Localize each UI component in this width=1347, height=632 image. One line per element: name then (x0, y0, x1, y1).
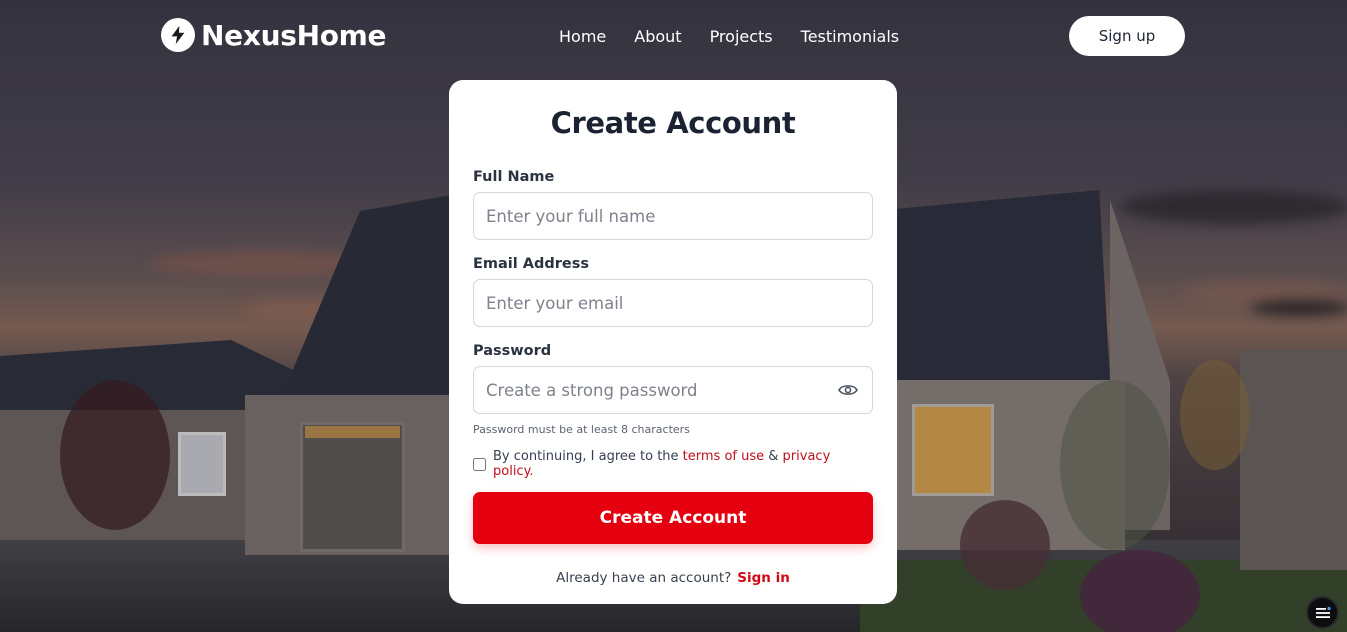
create-account-card: Create Account Full Name Email Address P… (449, 80, 897, 604)
card-title: Create Account (550, 106, 796, 140)
agree-text: By continuing, I agree to the (493, 449, 679, 464)
nav-about[interactable]: About (634, 27, 681, 46)
bolt-icon (161, 18, 195, 52)
brand-logo[interactable]: NexusHome (161, 18, 387, 52)
signup-button[interactable]: Sign up (1069, 16, 1185, 56)
signin-prompt: Already have an account? (556, 570, 732, 586)
eye-icon[interactable] (837, 380, 859, 400)
agree-checkbox[interactable] (473, 457, 486, 471)
menu-icon[interactable] (1306, 596, 1339, 629)
terms-link[interactable]: terms of use (683, 449, 764, 464)
password-input[interactable] (473, 366, 873, 414)
password-hint: Password must be at least 8 characters (473, 423, 690, 436)
agree-amp: & (768, 449, 779, 464)
terms-agreement: By continuing, I agree to the terms of u… (473, 449, 873, 479)
nav-projects[interactable]: Projects (710, 27, 773, 46)
full-name-input[interactable] (473, 192, 873, 240)
email-input[interactable] (473, 279, 873, 327)
nav-testimonials[interactable]: Testimonials (801, 27, 900, 46)
signin-row: Already have an account? Sign in (473, 570, 873, 586)
signin-link[interactable]: Sign in (737, 570, 790, 586)
email-label: Email Address (473, 256, 590, 272)
create-account-button[interactable]: Create Account (473, 492, 873, 544)
password-label: Password (473, 343, 552, 359)
nav-home[interactable]: Home (559, 27, 606, 46)
brand-name: NexusHome (201, 18, 387, 52)
main-nav: Home About Projects Testimonials (559, 27, 899, 46)
full-name-label: Full Name (473, 169, 555, 185)
